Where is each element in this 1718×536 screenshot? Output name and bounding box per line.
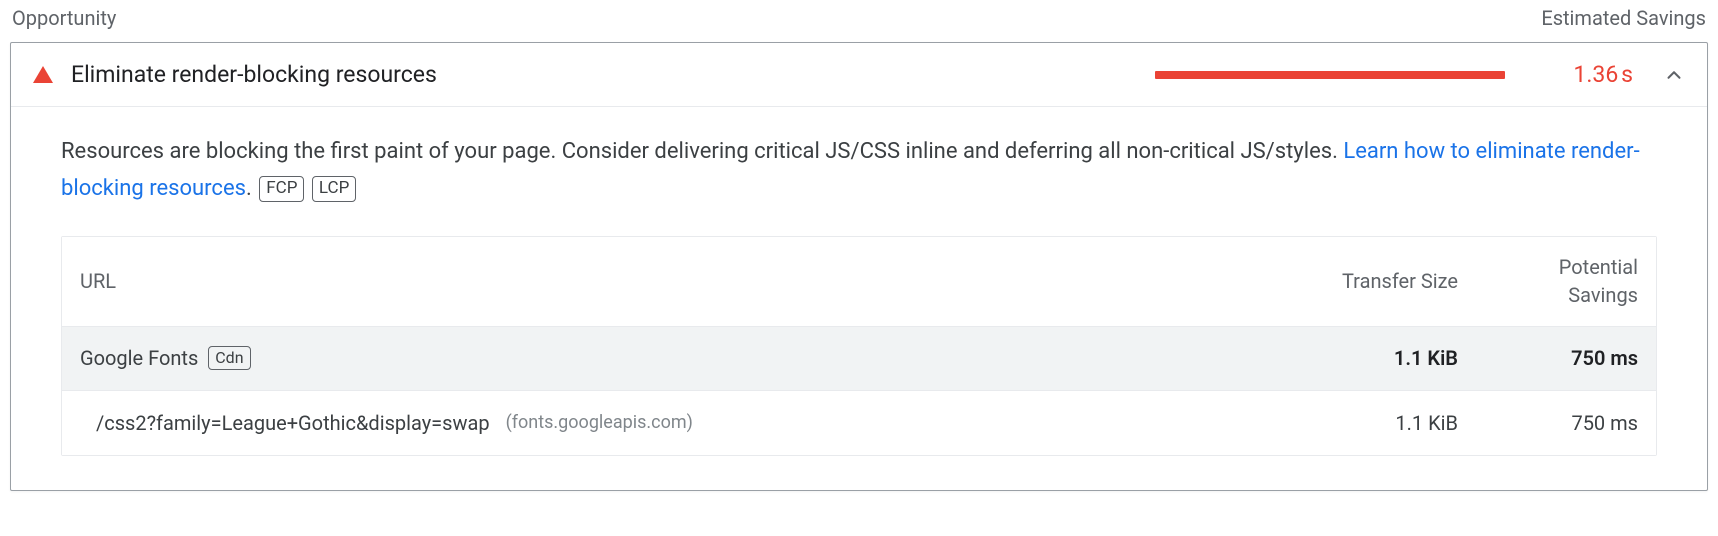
table-header-row: URL Transfer Size Potential Savings	[62, 237, 1656, 327]
chevron-up-icon[interactable]	[1663, 64, 1685, 86]
audit-description: Resources are blocking the first paint o…	[61, 133, 1657, 208]
cdn-tag: Cdn	[208, 346, 250, 370]
savings-bar	[1155, 71, 1505, 79]
group-size: 1.1 KiB	[1278, 346, 1458, 370]
audit-title: Eliminate render-blocking resources	[71, 61, 437, 88]
table-group-row: Google Fonts Cdn 1.1 KiB 750 ms	[62, 327, 1656, 391]
audit-panel: Eliminate render-blocking resources 1.36…	[10, 42, 1708, 491]
resource-path: /css2?family=League+Gothic&display=swap	[96, 411, 490, 435]
resources-table: URL Transfer Size Potential Savings Goog…	[61, 236, 1657, 456]
column-headers: Opportunity Estimated Savings	[10, 0, 1708, 42]
resource-host: (fonts.googleapis.com)	[506, 412, 693, 433]
col-url: URL	[80, 269, 1278, 293]
col-transfer-size: Transfer Size	[1278, 269, 1458, 293]
group-label: Google Fonts	[80, 346, 198, 370]
table-row: /css2?family=League+Gothic&display=swap …	[62, 391, 1656, 455]
audit-summary-row[interactable]: Eliminate render-blocking resources 1.36…	[11, 43, 1707, 107]
savings-value: 1.36 s	[1563, 61, 1633, 88]
estimated-savings-header: Estimated Savings	[1541, 6, 1706, 30]
fail-triangle-icon	[33, 66, 53, 83]
metric-tag-lcp: LCP	[312, 176, 356, 202]
col-potential-savings: Potential Savings	[1458, 253, 1638, 309]
metric-tag-fcp: FCP	[259, 176, 304, 202]
group-savings: 750 ms	[1458, 346, 1638, 370]
audit-body: Resources are blocking the first paint o…	[11, 107, 1707, 490]
description-suffix: .	[246, 176, 252, 201]
resource-savings: 750 ms	[1458, 411, 1638, 435]
opportunity-header: Opportunity	[12, 6, 116, 30]
resource-size: 1.1 KiB	[1278, 411, 1458, 435]
description-text: Resources are blocking the first paint o…	[61, 139, 1343, 164]
